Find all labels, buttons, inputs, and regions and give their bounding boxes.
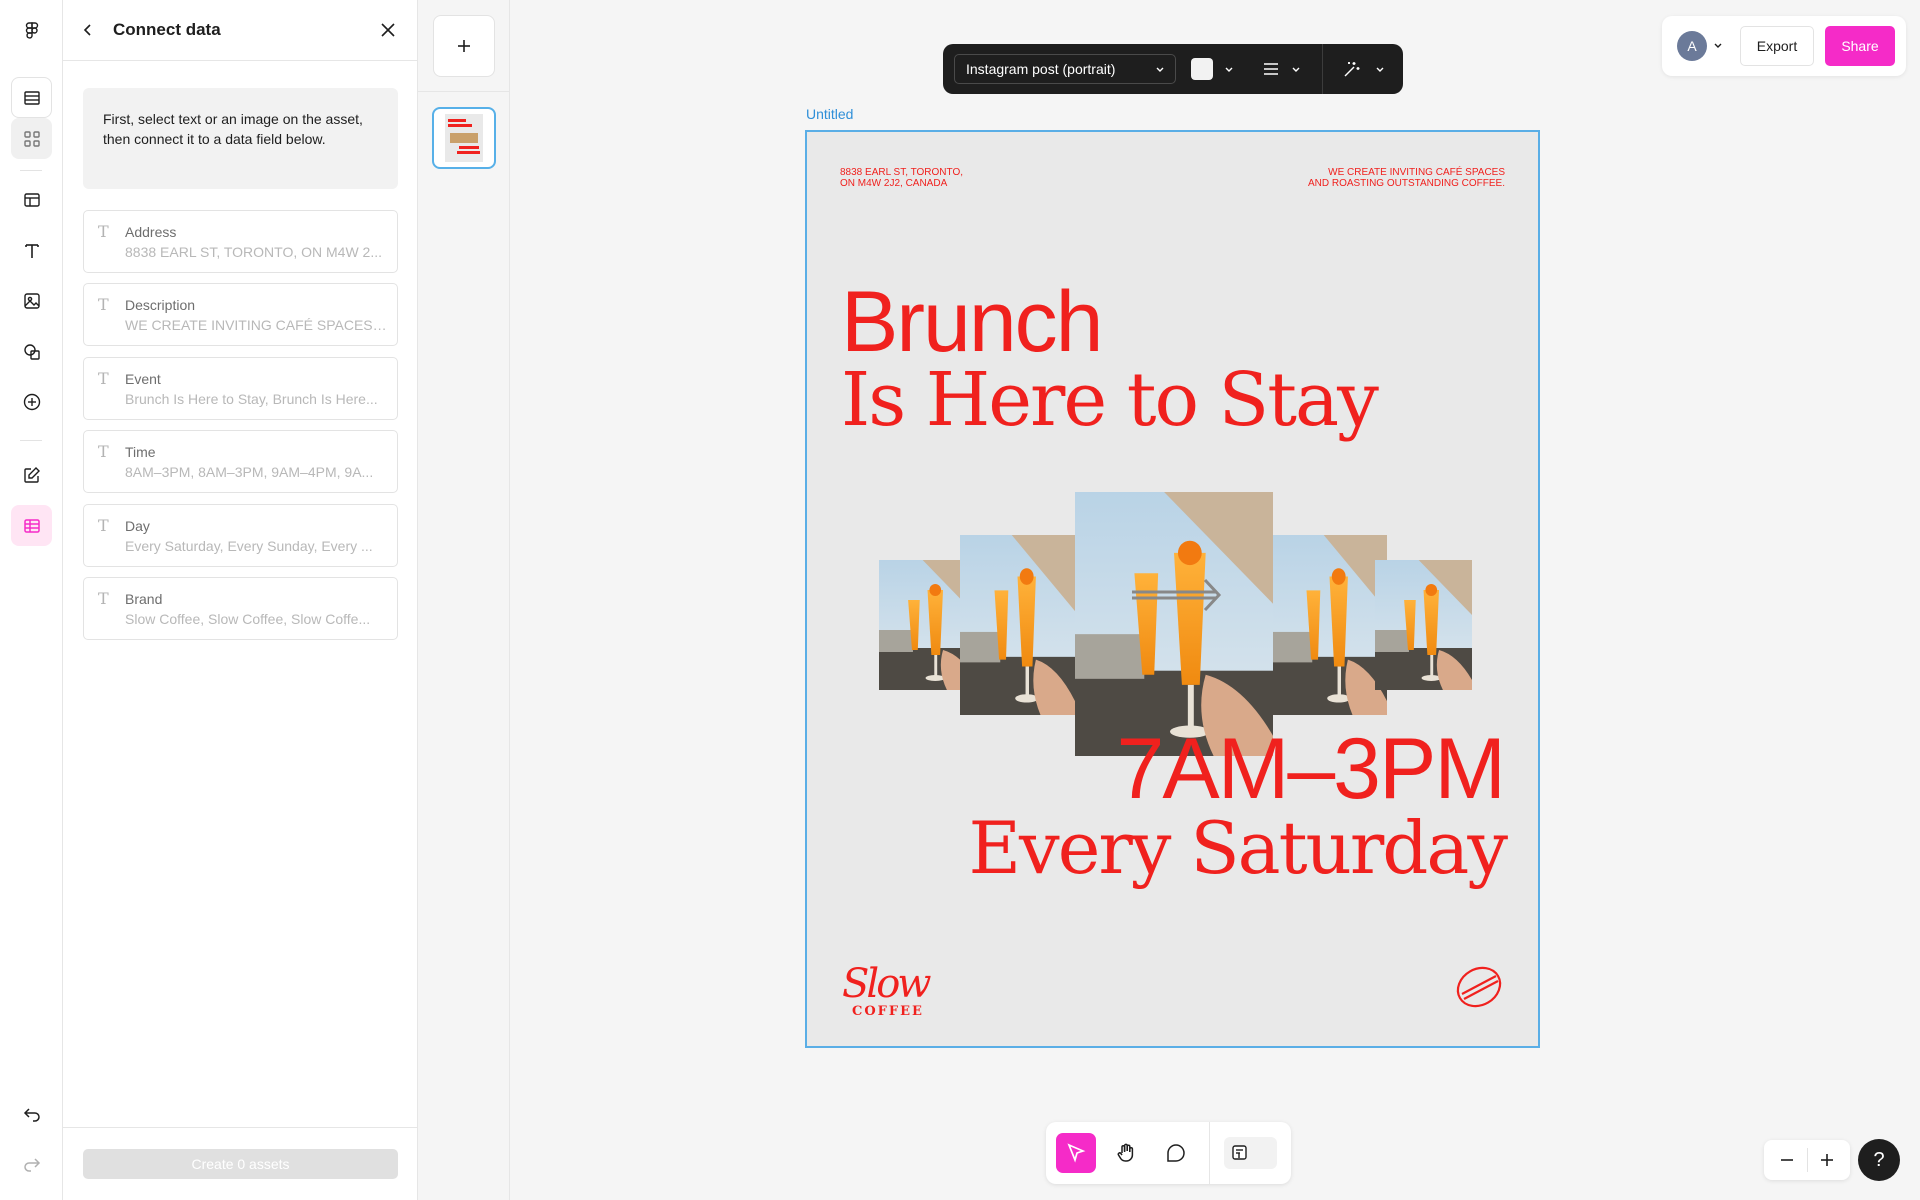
add-page-button[interactable] (433, 15, 495, 77)
data-field-address[interactable]: T Address 8838 EARL ST, TORONTO, ON M4W … (83, 210, 398, 273)
bottom-toolbar (1046, 1122, 1291, 1184)
add-page-area (418, 0, 509, 92)
format-select-value: Instagram post (portrait) (966, 61, 1116, 77)
text-type-icon: T (98, 589, 109, 608)
dev-mode-toggle[interactable] (1224, 1137, 1277, 1169)
panel-title: Connect data (113, 20, 221, 39)
text-type-icon: T (98, 516, 109, 535)
text-lines-icon[interactable] (1261, 59, 1281, 79)
text-type-icon: T (98, 369, 109, 388)
panel-hint: First, select text or an image on the as… (83, 88, 398, 189)
data-field-description[interactable]: T Description WE CREATE INVITING CAFÉ SP… (83, 283, 398, 346)
brand-logo-sub: COFFEE (852, 1004, 924, 1019)
magic-wand-icon[interactable] (1341, 58, 1363, 80)
export-button[interactable]: Export (1740, 26, 1814, 66)
brand-logo-script: Slow (842, 961, 932, 1007)
field-label: Time (125, 444, 156, 460)
layout-icon[interactable] (11, 179, 52, 220)
poster-time[interactable]: 7AM–3PM (1117, 724, 1506, 814)
pages-strip (418, 0, 510, 1200)
artboard[interactable]: 8838 EARL ST, TORONTO, ON M4W 2J2, CANAD… (805, 130, 1540, 1048)
top-right-controls: A Export Share (1662, 16, 1906, 76)
help-button[interactable]: ? (1858, 1139, 1900, 1181)
poster-day[interactable]: Every Saturday (969, 808, 1508, 888)
plugins-add-icon[interactable] (11, 381, 52, 422)
toolbar-divider (1322, 44, 1323, 94)
cursor-arrow-icon (1067, 1143, 1086, 1163)
text-type-icon: T (98, 442, 109, 461)
brand-logo[interactable]: Slow COFFEE (842, 964, 947, 1024)
minus-icon (1781, 1159, 1793, 1161)
chevron-down-icon (1156, 67, 1164, 72)
layers-icon[interactable] (11, 77, 52, 118)
comment-tool-button[interactable] (1156, 1133, 1196, 1173)
field-value: Every Saturday, Every Sunday, Every ... (125, 538, 373, 554)
plus-icon (1821, 1154, 1833, 1166)
rail-divider (20, 170, 42, 171)
collage-photo (1272, 535, 1387, 715)
assets-grid-icon[interactable] (11, 118, 52, 159)
rail-divider (20, 440, 42, 441)
field-value: WE CREATE INVITING CAFÉ SPACES A... (125, 317, 387, 333)
create-assets-button[interactable]: Create 0 assets (83, 1149, 398, 1179)
floating-toolbar: Instagram post (portrait) (943, 44, 1403, 94)
edit-icon[interactable] (11, 454, 52, 495)
page-thumbnail[interactable] (432, 107, 496, 169)
toolbar-divider (1209, 1122, 1210, 1184)
chevron-down-icon[interactable] (1289, 60, 1303, 78)
hand-icon (1117, 1143, 1134, 1162)
data-field-event[interactable]: T Event Brunch Is Here to Stay, Brunch I… (83, 357, 398, 420)
move-tool-button[interactable] (1056, 1133, 1096, 1173)
collage-photo (1375, 560, 1472, 690)
zoom-in-button[interactable] (1807, 1140, 1847, 1180)
panel-header: Connect data (63, 0, 417, 61)
back-arrow-icon[interactable] (78, 20, 98, 40)
zoom-out-button[interactable] (1767, 1140, 1807, 1180)
field-label: Day (125, 518, 150, 534)
chevron-down-icon[interactable] (1222, 60, 1236, 78)
poster-photo-collage[interactable] (807, 132, 1540, 1048)
shapes-icon[interactable] (11, 331, 52, 372)
chevron-down-icon[interactable] (1712, 38, 1724, 54)
close-icon[interactable] (377, 19, 399, 41)
connect-data-panel: Connect data First, select text or an im… (63, 0, 418, 1200)
data-field-time[interactable]: T Time 8AM–3PM, 8AM–3PM, 9AM–4PM, 9A... (83, 430, 398, 493)
chevron-down-icon[interactable] (1373, 60, 1387, 78)
collage-photo (960, 535, 1075, 715)
format-select[interactable]: Instagram post (portrait) (954, 54, 1176, 84)
text-tool-icon[interactable] (11, 230, 52, 271)
text-type-icon: T (98, 295, 109, 314)
field-label: Address (125, 224, 177, 240)
brand-bean-icon[interactable] (1454, 964, 1504, 1010)
share-button[interactable]: Share (1825, 26, 1895, 66)
image-tool-icon[interactable] (11, 280, 52, 321)
frame-label[interactable]: Untitled (806, 106, 853, 122)
panel-footer: Create 0 assets (63, 1127, 418, 1200)
data-field-day[interactable]: T Day Every Saturday, Every Sunday, Ever… (83, 504, 398, 567)
data-field-brand[interactable]: T Brand Slow Coffee, Slow Coffee, Slow C… (83, 577, 398, 640)
field-value: Slow Coffee, Slow Coffee, Slow Coffe... (125, 611, 371, 627)
figma-logo-icon[interactable] (11, 10, 52, 51)
avatar[interactable]: A (1677, 31, 1707, 61)
field-value: Brunch Is Here to Stay, Brunch Is Here..… (125, 391, 378, 407)
hand-tool-button[interactable] (1106, 1133, 1146, 1173)
tool-rail (0, 0, 63, 1200)
field-label: Description (125, 297, 196, 313)
field-value: 8838 EARL ST, TORONTO, ON M4W 2... (125, 244, 383, 260)
thumbnail-preview (445, 114, 483, 162)
undo-icon[interactable] (11, 1093, 52, 1134)
data-table-icon[interactable] (11, 505, 52, 546)
comment-bubble-icon (1167, 1144, 1185, 1162)
data-mode-icon (1232, 1145, 1247, 1160)
zoom-controls (1764, 1140, 1850, 1180)
text-type-icon: T (98, 222, 109, 241)
field-value: 8AM–3PM, 8AM–3PM, 9AM–4PM, 9A... (125, 464, 374, 480)
field-label: Brand (125, 591, 163, 607)
redo-icon[interactable] (11, 1143, 52, 1184)
collage-photo (1075, 492, 1273, 756)
field-label: Event (125, 371, 161, 387)
fill-color-swatch[interactable] (1191, 58, 1213, 80)
